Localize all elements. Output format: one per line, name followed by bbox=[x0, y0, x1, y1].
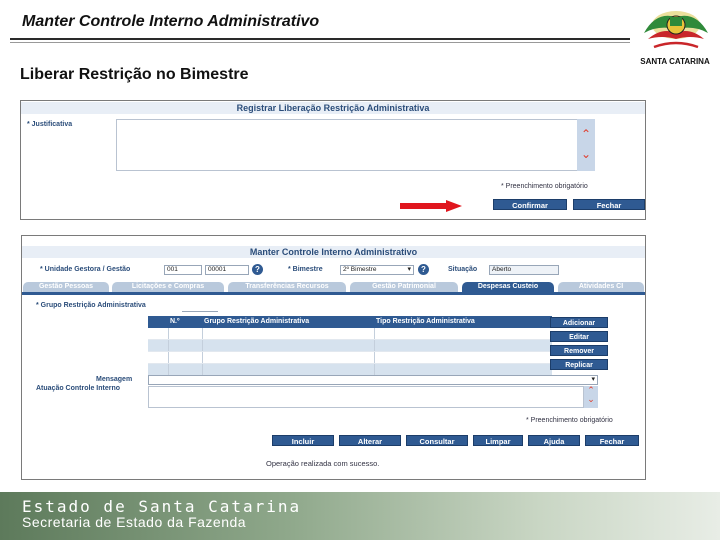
manter-controle-panel: Manter Controle Interno Administrativo *… bbox=[21, 235, 646, 480]
footer-secretaria: Secretaria de Estado da Fazenda bbox=[22, 514, 247, 530]
grupo-input[interactable] bbox=[182, 302, 218, 312]
remove-button[interactable]: Remover bbox=[550, 345, 608, 356]
ajuda-button[interactable]: Ajuda bbox=[528, 435, 580, 446]
scroll-down-icon[interactable]: ⌄ bbox=[577, 148, 595, 160]
replicate-button[interactable]: Replicar bbox=[550, 359, 608, 370]
justificativa-label: * Justificativa bbox=[27, 121, 73, 128]
grid-header: N.º Grupo Restrição Administrativa Tipo … bbox=[148, 316, 552, 328]
situacao-label: Situação bbox=[448, 266, 478, 273]
bimestre-select[interactable]: 2º Bimestre ▾ bbox=[340, 265, 414, 275]
help-icon[interactable]: ? bbox=[252, 264, 263, 275]
help-icon[interactable]: ? bbox=[418, 264, 429, 275]
grupo-label: * Grupo Restrição Administrativa bbox=[36, 302, 146, 309]
required-note: * Preenchimento obrigatório bbox=[501, 183, 588, 190]
textarea-scrollbar[interactable]: ⌃ ⌄ bbox=[577, 119, 595, 171]
scroll-down-icon[interactable]: ⌄ bbox=[584, 395, 598, 404]
add-button[interactable]: Adicionar bbox=[550, 317, 608, 328]
situacao-field: Aberto bbox=[489, 265, 559, 275]
registrar-liberacao-panel: Registrar Liberação Restrição Administra… bbox=[20, 100, 646, 220]
chevron-down-icon[interactable]: ▾ bbox=[407, 266, 411, 274]
tab-strip bbox=[22, 292, 645, 295]
fechar-button[interactable]: Fechar bbox=[585, 435, 639, 446]
slide-title: Manter Controle Interno Administrativo bbox=[22, 13, 320, 30]
atuacao-textarea[interactable] bbox=[148, 386, 584, 408]
panel-header: Registrar Liberação Restrição Administra… bbox=[21, 102, 645, 114]
alterar-button[interactable]: Alterar bbox=[339, 435, 401, 446]
gestao-input[interactable]: 00001 bbox=[205, 265, 249, 275]
title-underline-thin bbox=[10, 42, 630, 43]
logo-caption: SANTA CATARINA bbox=[640, 57, 710, 66]
edit-button[interactable]: Editar bbox=[550, 331, 608, 342]
column-header: Grupo Restrição Administrativa bbox=[204, 318, 310, 325]
bimestre-value: 2º Bimestre bbox=[343, 266, 377, 273]
unidade-label: * Unidade Gestora / Gestão bbox=[40, 266, 131, 273]
red-arrow-icon bbox=[400, 200, 462, 212]
table-row[interactable] bbox=[148, 352, 552, 364]
bimestre-label: * Bimestre bbox=[288, 266, 323, 273]
column-header: N.º bbox=[170, 318, 180, 325]
confirm-button[interactable]: Confirmar bbox=[493, 199, 567, 210]
incluir-button[interactable]: Incluir bbox=[272, 435, 334, 446]
tab-gestao-patrimonial[interactable]: Gestão Patrimonial bbox=[350, 282, 458, 292]
tab-licitacoes-compras[interactable]: Licitações e Compras bbox=[112, 282, 224, 292]
chevron-down-icon[interactable]: ▾ bbox=[591, 376, 595, 384]
required-note: * Preenchimento obrigatório bbox=[526, 417, 613, 424]
tab-gestao-pessoas[interactable]: Gestão Pessoas bbox=[23, 282, 109, 292]
textarea-scrollbar[interactable]: ⌃ ⌄ bbox=[584, 386, 598, 408]
slide-subtitle: Liberar Restrição no Bimestre bbox=[20, 66, 249, 83]
restricao-grid: N.º Grupo Restrição Administrativa Tipo … bbox=[148, 316, 552, 376]
consultar-button[interactable]: Consultar bbox=[406, 435, 468, 446]
title-underline bbox=[10, 38, 630, 40]
justificativa-textarea[interactable] bbox=[116, 119, 578, 171]
mensagem-select[interactable]: ▾ bbox=[148, 375, 598, 385]
panel-header: Manter Controle Interno Administrativo bbox=[22, 246, 645, 258]
tab-transferencias-recursos[interactable]: Transferências Recursos bbox=[228, 282, 346, 292]
limpar-button[interactable]: Limpar bbox=[473, 435, 523, 446]
column-header: Tipo Restrição Administrativa bbox=[376, 318, 475, 325]
table-row[interactable] bbox=[148, 328, 552, 340]
close-button[interactable]: Fechar bbox=[573, 199, 645, 210]
tab-atividades-ci[interactable]: Atividades CI bbox=[558, 282, 644, 292]
status-message: Operação realizada com sucesso. bbox=[266, 459, 380, 468]
scroll-up-icon[interactable]: ⌃ bbox=[577, 128, 595, 140]
tab-despesas-custeio[interactable]: Despesas Custeio bbox=[462, 282, 554, 292]
mensagem-label: Mensagem bbox=[96, 376, 133, 383]
unidade-input[interactable]: 001 bbox=[164, 265, 202, 275]
table-row[interactable] bbox=[148, 340, 552, 352]
atuacao-label: Atuação Controle Interno bbox=[36, 385, 121, 392]
tab-bar: Gestão Pessoas Licitações e Compras Tran… bbox=[22, 282, 645, 292]
